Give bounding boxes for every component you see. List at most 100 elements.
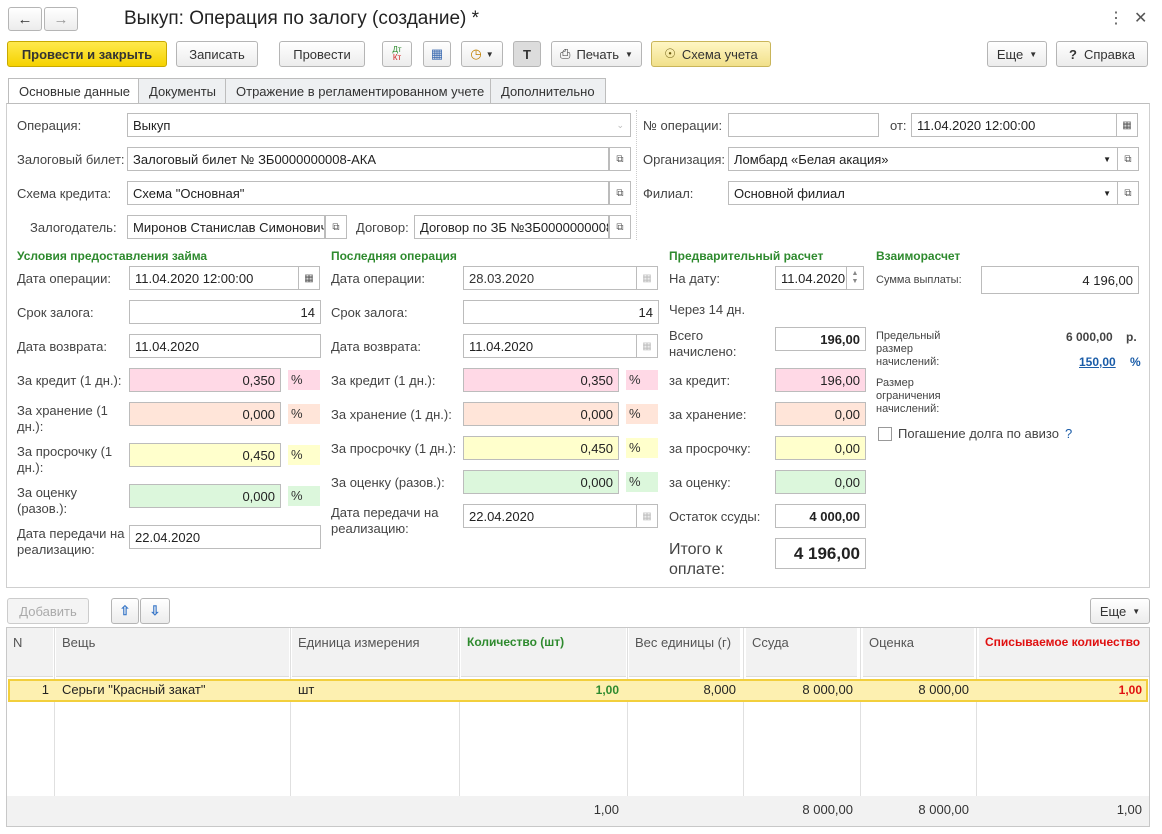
open-contract-button[interactable]: ⧉ [609, 215, 631, 239]
tab-documents[interactable]: Документы [138, 78, 228, 103]
prelim-storage-field[interactable]: 0,00 [775, 402, 866, 426]
advice-checkbox[interactable] [878, 427, 892, 441]
calendar-icon: ▦ [642, 340, 652, 352]
col-item[interactable]: Вещь [56, 628, 289, 677]
ticket-field[interactable]: Залоговый билет № ЗБ0000000008-АКА [127, 147, 609, 171]
move-down-button[interactable]: ⇩ [140, 598, 170, 624]
last-storage-field[interactable]: 0,000 [463, 402, 619, 426]
tab-main-data[interactable]: Основные данные [8, 78, 142, 104]
last-credit-field[interactable]: 0,350 [463, 368, 619, 392]
last-term-field[interactable]: 14 [463, 300, 659, 324]
back-button[interactable]: ← [8, 7, 42, 31]
payout-field[interactable]: 4 196,00 [981, 266, 1139, 294]
add-row-button[interactable]: Добавить [7, 598, 89, 624]
calendar-button[interactable]: ▦ [636, 504, 658, 528]
row-eval: 8 000,00 [918, 682, 969, 697]
col-eval[interactable]: Оценка [863, 628, 974, 677]
col-n[interactable]: N [7, 628, 53, 677]
prelim-rest-field[interactable]: 4 000,00 [775, 504, 866, 528]
open-ticket-button[interactable]: ⧉ [609, 147, 631, 171]
chevron-down-icon: ▼ [485, 49, 494, 59]
limit-label: Предельный размер начислений: [876, 330, 941, 368]
open-icon: ⧉ [616, 153, 624, 165]
col-qty[interactable]: Количество (шт) [461, 628, 626, 677]
print-button[interactable]: ⎙ Печать ▼ [551, 41, 642, 67]
opnum-field[interactable] [728, 113, 879, 137]
col-loan[interactable]: Ссуда [746, 628, 857, 677]
dt-kt-icon-bottom: Кт [392, 53, 402, 62]
open-branch-button[interactable]: ⧉ [1117, 181, 1139, 205]
more-button[interactable]: Еще ▼ [987, 41, 1047, 67]
tab-additional[interactable]: Дополнительно [490, 78, 606, 103]
menu-dots-icon[interactable]: ⋮ [1108, 8, 1124, 28]
open-pledger-button[interactable]: ⧉ [325, 215, 347, 239]
total-eval: 8 000,00 [861, 796, 974, 826]
loan-credit-field[interactable]: 0,350 [129, 368, 281, 392]
prelim-title: Предварительный расчет [669, 249, 824, 263]
operation-field[interactable]: Выкуп ⌄ [127, 113, 631, 137]
col-weight[interactable]: Вес единицы (г) [629, 628, 740, 677]
font-toggle-button[interactable]: T [513, 41, 541, 67]
post-button[interactable]: Провести [279, 41, 365, 67]
pledger-field[interactable]: Миронов Станислав Симонович [127, 215, 325, 239]
prelim-credit-field[interactable]: 196,00 [775, 368, 866, 392]
last-eval-field[interactable]: 0,000 [463, 470, 619, 494]
prelim-overdue-field[interactable]: 0,00 [775, 436, 866, 460]
prelim-pay-field[interactable]: 4 196,00 [775, 538, 866, 569]
last-return-label: Дата возврата: [331, 339, 421, 354]
open-scheme-button[interactable]: ⧉ [609, 181, 631, 205]
col-unit[interactable]: Единица измерения [292, 628, 458, 677]
date-spinner[interactable]: ▲ ▼ [846, 266, 864, 290]
calendar-button[interactable]: ▦ [636, 266, 658, 290]
last-op-title: Последняя операция [331, 249, 457, 263]
arrow-left-icon: ← [17, 10, 33, 28]
post-and-close-button[interactable]: Провести и закрыть [7, 41, 167, 67]
save-button[interactable]: Записать [176, 41, 258, 67]
branch-value: Основной филиал [734, 185, 845, 201]
branch-label: Филиал: [643, 186, 694, 201]
arrow-up-icon: ⇧ [119, 603, 131, 618]
last-op-date-field[interactable]: 28.03.2020 [463, 266, 637, 290]
forward-button[interactable]: → [44, 7, 78, 31]
accounting-scheme-button[interactable]: ☉ Схема учета [651, 41, 771, 67]
col-write-off[interactable]: Списываемое количество [979, 628, 1149, 677]
scheme-label: Схема кредита: [17, 186, 112, 201]
advice-help-icon[interactable]: ? [1065, 426, 1072, 442]
loan-eval-field[interactable]: 0,000 [129, 484, 281, 508]
from-label: от: [890, 118, 907, 133]
last-return-field[interactable]: 11.04.2020 [463, 334, 637, 358]
loan-return-field[interactable]: 11.04.2020 [129, 334, 321, 358]
loan-op-date-field[interactable]: 11.04.2020 12:00:00 [129, 266, 299, 290]
calendar-button[interactable]: ▦ [1116, 113, 1138, 137]
contract-field[interactable]: Договор по ЗБ №ЗБ0000000008 [414, 215, 609, 239]
open-org-button[interactable]: ⧉ [1117, 147, 1139, 171]
from-date-field[interactable]: 11.04.2020 12:00:00 [911, 113, 1117, 137]
calendar-button[interactable]: ▦ [298, 266, 320, 290]
close-icon[interactable]: ✕ [1134, 8, 1147, 28]
limit-pct-link[interactable]: 150,00 [1079, 354, 1116, 370]
loan-op-date-label: Дата операции: [17, 271, 111, 286]
tab-reg-accounting[interactable]: Отражение в регламентированном учете [225, 78, 496, 103]
help-button[interactable]: ? Справка [1056, 41, 1148, 67]
last-overdue-field[interactable]: 0,450 [463, 436, 619, 460]
org-field[interactable]: Ломбард «Белая акация» ▼ [728, 147, 1118, 171]
dt-kt-button[interactable]: Дт Кт [382, 41, 412, 67]
prelim-storage-label: за хранение: [669, 407, 747, 422]
loan-transfer-field[interactable]: 22.04.2020 [129, 525, 321, 549]
loan-overdue-field[interactable]: 0,450 [129, 443, 281, 467]
prelim-total-field[interactable]: 196,00 [775, 327, 866, 351]
structure-button[interactable]: ▦ [423, 41, 451, 67]
scheme-field[interactable]: Схема "Основная" [127, 181, 609, 205]
prelim-date-field[interactable]: 11.04.2020 [775, 266, 847, 290]
move-up-button[interactable]: ⇧ [111, 598, 139, 624]
loan-term-field[interactable]: 14 [129, 300, 321, 324]
loan-storage-field[interactable]: 0,000 [129, 402, 281, 426]
org-value: Ломбард «Белая акация» [734, 151, 889, 167]
more-label: Еще [996, 46, 1024, 62]
branch-field[interactable]: Основной филиал ▼ [728, 181, 1118, 205]
table-more-button[interactable]: Еще ▼ [1090, 598, 1150, 624]
history-button[interactable]: ◷ ▼ [461, 41, 503, 67]
prelim-eval-field[interactable]: 0,00 [775, 470, 866, 494]
calendar-button[interactable]: ▦ [636, 334, 658, 358]
last-transfer-field[interactable]: 22.04.2020 [463, 504, 637, 528]
